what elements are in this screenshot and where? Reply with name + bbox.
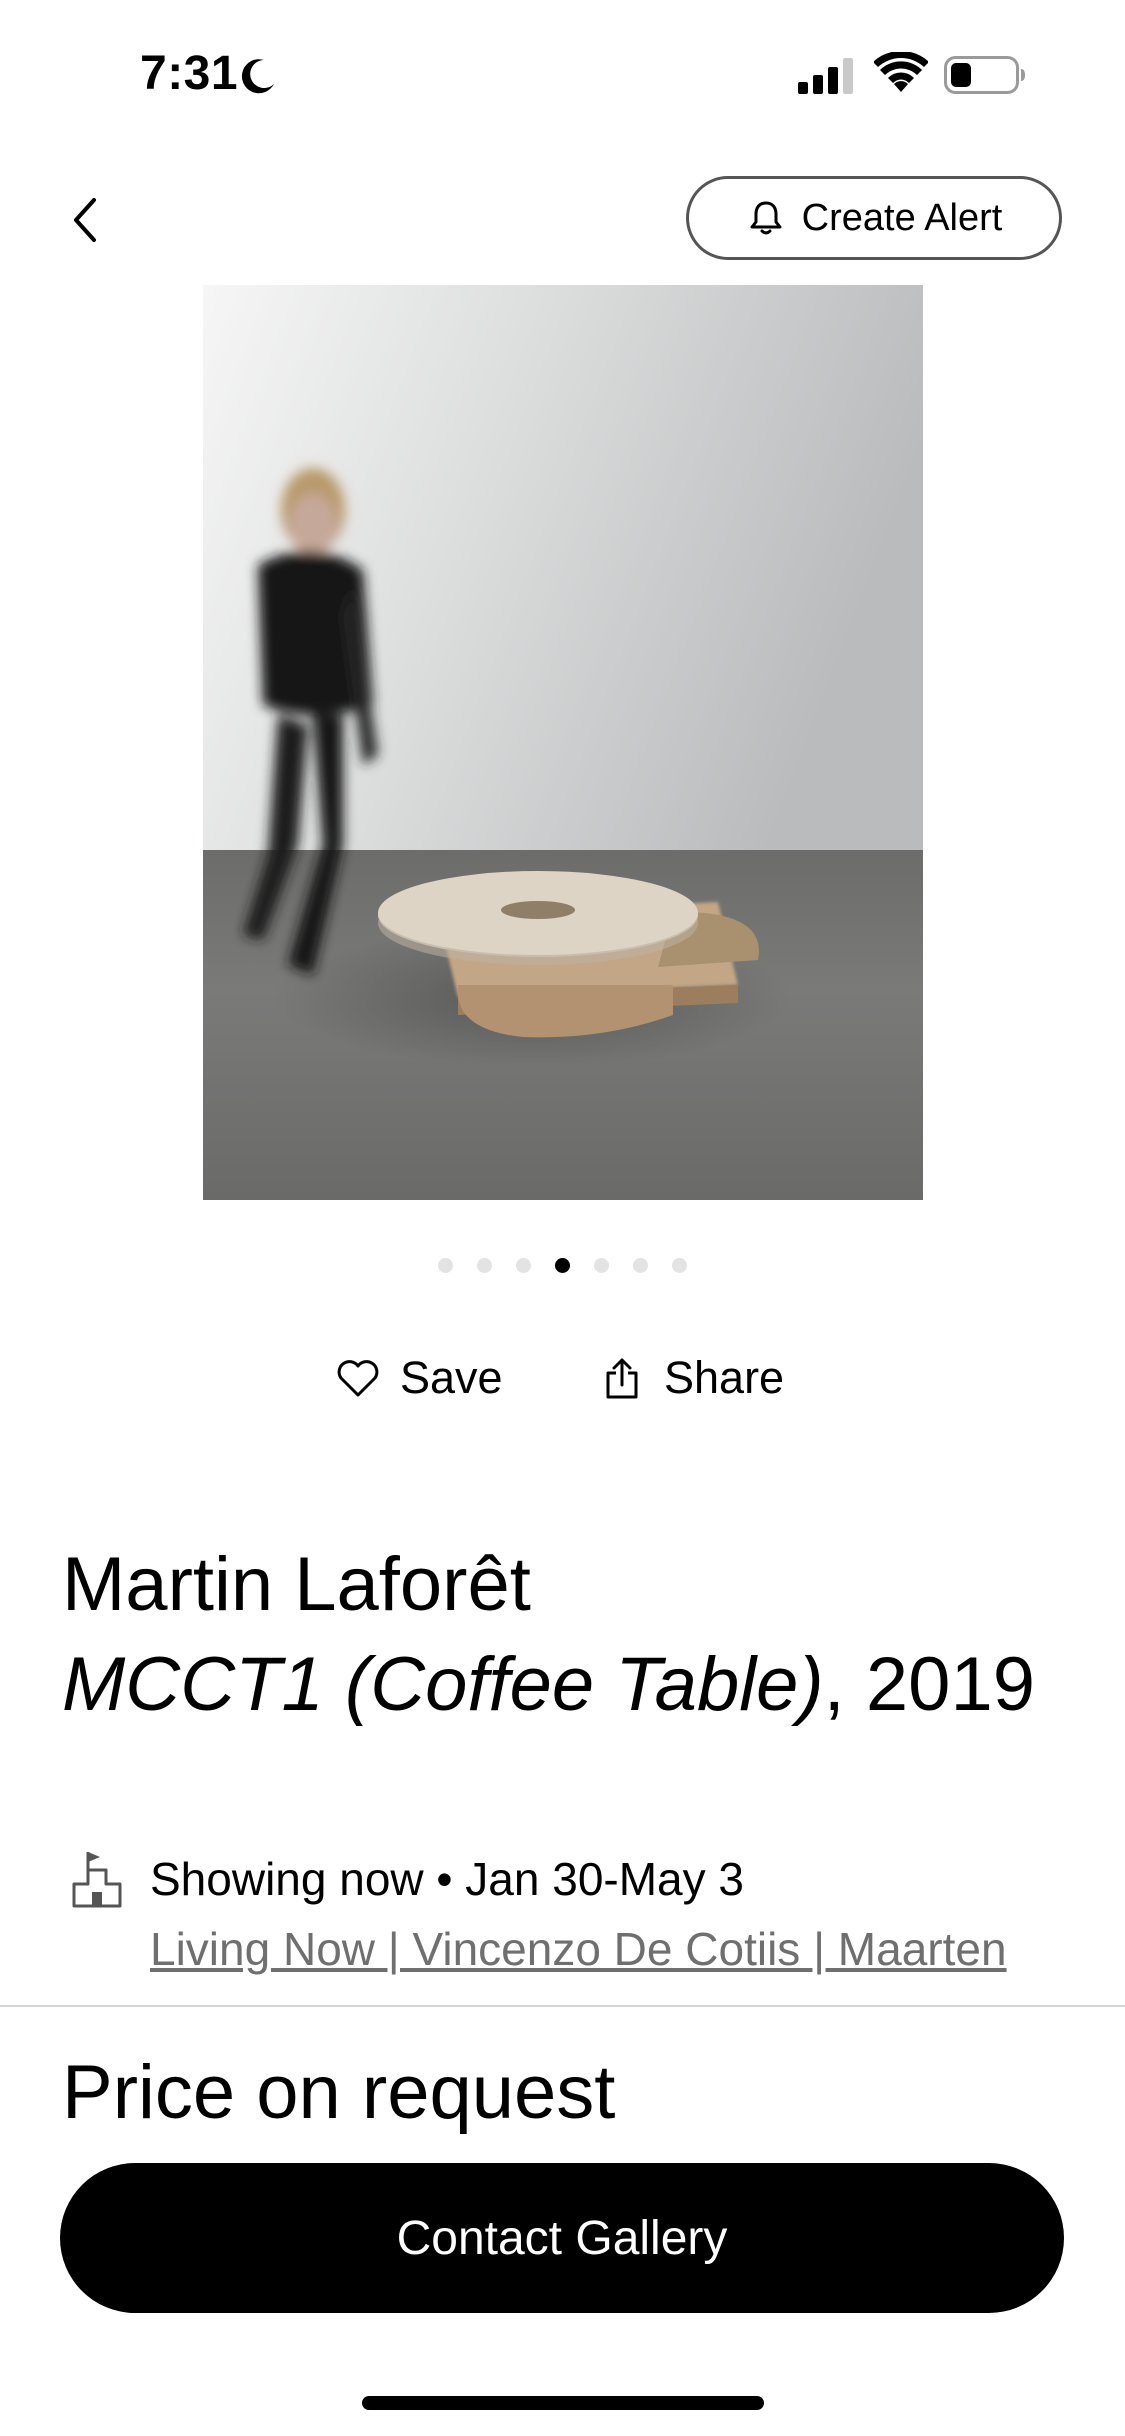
save-button[interactable]: Save [336, 1352, 503, 1404]
artwork-title-italic: MCCT1 (Coffee Table) [62, 1642, 824, 1727]
save-label: Save [400, 1352, 503, 1403]
artwork-image[interactable] [203, 285, 923, 1200]
create-alert-button[interactable]: Create Alert [686, 176, 1062, 260]
cellular-signal-icon [798, 58, 853, 94]
carousel-dot[interactable] [672, 1258, 687, 1273]
showing-now-text: Showing now • Jan 30-May 3 [150, 1853, 744, 1905]
artwork-year: , 2019 [823, 1642, 1035, 1727]
contact-gallery-label: Contact Gallery [396, 2211, 728, 2265]
share-icon [606, 1358, 638, 1399]
chevron-left-icon [74, 198, 96, 242]
divider [0, 2005, 1125, 2007]
share-label: Share [664, 1352, 785, 1403]
moon-icon [241, 59, 274, 94]
carousel-dot[interactable] [555, 1258, 570, 1273]
share-button[interactable]: Share [604, 1352, 784, 1404]
price-text: Price on request [62, 2050, 616, 2135]
back-button[interactable] [56, 180, 116, 260]
carousel-dot[interactable] [594, 1258, 609, 1273]
artist-name[interactable]: Martin Laforêt [62, 1540, 531, 1630]
carousel-dot[interactable] [477, 1258, 492, 1273]
artwork-title: MCCT1 (Coffee Table), 2019 [62, 1640, 1035, 1730]
battery-icon [944, 56, 1025, 94]
create-alert-label: Create Alert [801, 196, 1003, 239]
carousel-dot[interactable] [438, 1258, 453, 1273]
action-row: Save Share [0, 1340, 1125, 1420]
wifi-icon [874, 52, 928, 92]
carousel-pagination[interactable] [0, 1258, 1125, 1273]
contact-gallery-button[interactable]: Contact Gallery [60, 2163, 1064, 2313]
show-link[interactable]: Living Now | Vincenzo De Cotiis | Maarte… [150, 1920, 1007, 1978]
heart-icon [337, 1360, 379, 1397]
home-indicator [362, 2396, 764, 2410]
carousel-dot[interactable] [516, 1258, 531, 1273]
status-time: 7:31 [140, 47, 239, 100]
carousel-dot[interactable] [633, 1258, 648, 1273]
status-bar: 7:31 [0, 0, 1125, 150]
gallery-building-icon [72, 1852, 122, 1908]
bell-icon [750, 201, 782, 235]
artwork-photo [203, 285, 923, 1200]
